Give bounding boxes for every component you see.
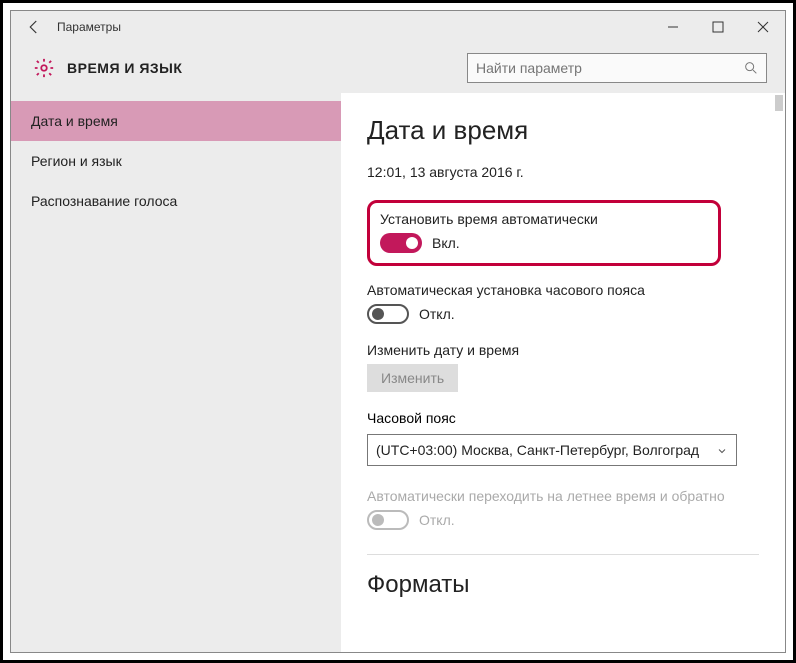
- search-icon: [743, 60, 759, 76]
- change-datetime-block: Изменить дату и время Изменить: [367, 342, 759, 392]
- sidebar-item-speech[interactable]: Распознавание голоса: [11, 181, 341, 221]
- back-button[interactable]: [21, 14, 47, 40]
- auto-time-toggle[interactable]: [380, 233, 422, 253]
- close-icon: [757, 21, 769, 33]
- titlebar: Параметры: [11, 11, 785, 43]
- minimize-icon: [667, 21, 679, 33]
- scrollbar[interactable]: [775, 95, 783, 111]
- content-pane: Дата и время 12:01, 13 августа 2016 г. У…: [341, 93, 785, 652]
- dst-block: Автоматически переходить на летнее время…: [367, 488, 759, 530]
- timezone-select[interactable]: (UTC+03:00) Москва, Санкт-Петербург, Вол…: [367, 434, 737, 466]
- settings-window: Параметры ВРЕМЯ И ЯЗЫК: [10, 10, 786, 653]
- formats-title: Форматы: [367, 571, 759, 599]
- sidebar: Дата и время Регион и язык Распознавание…: [11, 93, 341, 652]
- gear-icon: [33, 57, 55, 79]
- dst-state: Откл.: [419, 512, 455, 528]
- page-title: ВРЕМЯ И ЯЗЫК: [67, 60, 182, 76]
- search-input[interactable]: [467, 53, 767, 83]
- auto-time-state: Вкл.: [432, 235, 460, 251]
- close-button[interactable]: [740, 11, 785, 43]
- dst-label: Автоматически переходить на летнее время…: [367, 488, 759, 504]
- highlight-auto-time: Установить время автоматически Вкл.: [367, 200, 721, 266]
- window-title: Параметры: [57, 20, 121, 34]
- minimize-button[interactable]: [650, 11, 695, 43]
- section-title: Дата и время: [367, 115, 759, 146]
- maximize-icon: [712, 21, 724, 33]
- current-datetime: 12:01, 13 августа 2016 г.: [367, 164, 759, 180]
- arrow-left-icon: [25, 18, 43, 36]
- auto-timezone-label: Автоматическая установка часового пояса: [367, 282, 759, 298]
- change-datetime-label: Изменить дату и время: [367, 342, 759, 358]
- timezone-label: Часовой пояс: [367, 410, 759, 426]
- divider: [367, 554, 759, 555]
- page-header: ВРЕМЯ И ЯЗЫК: [11, 43, 785, 93]
- dst-toggle: [367, 510, 409, 530]
- auto-timezone-toggle[interactable]: [367, 304, 409, 324]
- change-datetime-button: Изменить: [367, 364, 458, 392]
- auto-timezone-state: Откл.: [419, 306, 455, 322]
- auto-timezone-block: Автоматическая установка часового пояса …: [367, 282, 759, 324]
- chevron-down-icon: [716, 445, 728, 457]
- sidebar-item-date-time[interactable]: Дата и время: [11, 101, 341, 141]
- sidebar-item-region-language[interactable]: Регион и язык: [11, 141, 341, 181]
- auto-time-label: Установить время автоматически: [380, 211, 598, 227]
- timezone-value: (UTC+03:00) Москва, Санкт-Петербург, Вол…: [376, 442, 699, 458]
- maximize-button[interactable]: [695, 11, 740, 43]
